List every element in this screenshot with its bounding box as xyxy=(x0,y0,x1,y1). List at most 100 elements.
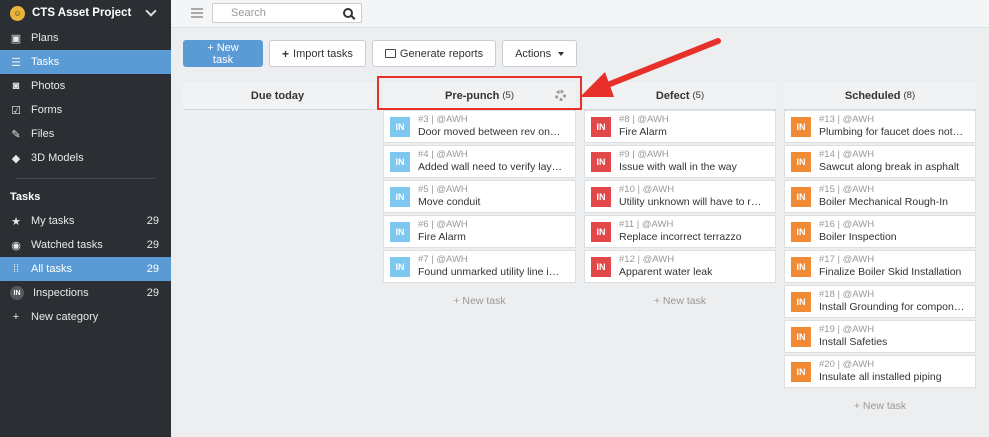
task-card[interactable]: IN #7 | @AWH Found unmarked utility line i… xyxy=(383,250,576,283)
import-tasks-button[interactable]: + Import tasks xyxy=(269,40,366,67)
column-count: (5) xyxy=(692,90,705,101)
task-card[interactable]: IN #9 | @AWH Issue with wall in the way xyxy=(584,145,776,178)
task-type-badge: IN xyxy=(791,291,811,312)
sidebar-item-label: Forms xyxy=(31,104,63,116)
add-task-link[interactable]: + New task xyxy=(784,394,976,418)
task-meta: #13 | @AWH xyxy=(819,114,875,125)
task-meta: #10 | @AWH xyxy=(619,184,675,195)
new-task-button[interactable]: + New task xyxy=(183,40,263,67)
sidebar-item-label: New category xyxy=(31,311,99,323)
tasks-icon: ☰ xyxy=(11,56,21,69)
task-card-text: #17 | @AWH Finalize Boiler Skid Installat… xyxy=(819,254,965,279)
task-type-badge: IN xyxy=(791,186,811,207)
task-card-text: #3 | @AWHDoor moved between rev one and … xyxy=(418,114,565,139)
sidebar-item-label: Tasks xyxy=(31,56,60,68)
column-count: (8) xyxy=(903,90,916,101)
task-meta: #6 | @AWH xyxy=(418,219,468,230)
task-card[interactable]: IN #17 | @AWH Finalize Boiler Skid Install… xyxy=(784,250,976,283)
column-title: Scheduled xyxy=(844,89,901,102)
task-meta: #5 | @AWH xyxy=(418,184,468,195)
task-card[interactable]: IN #14 | @AWH Sawcut along break in asphal… xyxy=(784,145,976,178)
hamburger-menu-icon[interactable] xyxy=(191,8,203,18)
task-card[interactable]: IN #10 | @AWH Utility unknown will have to… xyxy=(584,180,776,213)
sidebar-item-my-tasks[interactable]: ★ My tasks 29 xyxy=(0,209,171,233)
search-icon[interactable] xyxy=(343,8,353,18)
in-badge-icon: IN xyxy=(10,286,24,300)
task-meta: #18 | @AWH xyxy=(819,289,875,300)
task-type-badge: IN xyxy=(791,116,811,137)
task-meta: #16 | @AWH xyxy=(819,219,875,230)
sidebar-item-forms[interactable]: ☑ Forms xyxy=(0,98,171,122)
task-title: Issue with wall in the way xyxy=(619,161,737,173)
search-box[interactable] xyxy=(212,3,362,23)
task-card-text: #8 | @AWH Fire Alarm xyxy=(619,114,765,139)
caret-down-icon xyxy=(558,51,565,56)
task-type-badge: IN xyxy=(591,221,611,242)
grid-icon: ⁞⁞ xyxy=(12,263,20,275)
sidebar-item-new-category[interactable]: + New category xyxy=(0,305,171,329)
sidebar-item-inspections[interactable]: IN Inspections 29 xyxy=(0,281,171,305)
task-type-badge: IN xyxy=(791,221,811,242)
task-meta: #3 | @AWH xyxy=(418,114,468,125)
camera-icon: ◙ xyxy=(12,80,20,92)
task-title: Added wall need to verify layout xyxy=(418,161,565,173)
task-card[interactable]: IN #19 | @AWH Install Safeties xyxy=(784,320,976,353)
task-card[interactable]: IN #12 | @AWH Apparent water leak xyxy=(584,250,776,283)
task-card-text: #11 | @AWH Replace incorrect terrazzo xyxy=(619,219,765,244)
task-type-badge: IN xyxy=(390,186,410,207)
project-switcher[interactable]: ☺ CTS Asset Project xyxy=(0,0,171,26)
task-meta: #9 | @AWH xyxy=(619,149,669,160)
task-card[interactable]: IN #15 | @AWH Boiler Mechanical Rough-In xyxy=(784,180,976,213)
sidebar-item-plans[interactable]: ▣ Plans xyxy=(0,26,171,50)
plus-icon: + xyxy=(282,46,290,61)
sidebar-item-count: 29 xyxy=(146,239,159,251)
sidebar-item-photos[interactable]: ◙ Photos xyxy=(0,74,171,98)
task-card[interactable]: IN #6 | @AWH Fire Alarm xyxy=(383,215,576,248)
generate-reports-label: Generate reports xyxy=(399,47,484,60)
plans-icon: ▣ xyxy=(10,32,22,45)
actions-dropdown[interactable]: Actions xyxy=(502,40,578,67)
search-input[interactable] xyxy=(231,7,343,19)
sidebar-item-3d-models[interactable]: ◆ 3D Models xyxy=(0,146,171,170)
task-card[interactable]: IN #8 | @AWH Fire Alarm xyxy=(584,110,776,143)
task-card[interactable]: IN #18 | @AWH Install Grounding for compon… xyxy=(784,285,976,318)
column-header[interactable]: Scheduled (8) xyxy=(784,82,976,110)
task-title: Door moved between rev one and ... xyxy=(418,126,565,138)
sidebar-item-tasks[interactable]: ☰ Tasks xyxy=(0,50,171,74)
board-column: Pre-punch (5) IN #3 | @AWH Door moved betwee… xyxy=(383,82,576,313)
task-title: Replace incorrect terrazzo xyxy=(619,231,742,243)
task-title: Found unmarked utility line in road xyxy=(418,266,565,278)
task-card[interactable]: IN #3 | @AWHDoor moved between rev one an… xyxy=(383,110,576,143)
task-card-text: #16 | @AWH Boiler Inspection xyxy=(819,219,965,244)
task-card[interactable]: IN #20 | @AWH Insulate all installed pipin… xyxy=(784,355,976,388)
forms-icon: ☑ xyxy=(11,104,21,117)
task-card[interactable]: IN #13 | @AWH Plumbing for faucet does not… xyxy=(784,110,976,143)
column-header[interactable]: Defect (5) xyxy=(584,82,776,110)
add-task-link[interactable]: + New task xyxy=(584,289,776,313)
task-meta: #20 | @AWH xyxy=(819,359,875,370)
generate-reports-button[interactable]: Generate reports xyxy=(371,40,497,67)
task-type-badge: IN xyxy=(591,116,611,137)
task-card[interactable]: IN #4 | @AWH Added wall need to verify lay… xyxy=(383,145,576,178)
add-task-link[interactable]: + New task xyxy=(383,289,576,313)
task-title: Sawcut along break in asphalt xyxy=(819,161,960,173)
task-card-text: #18 | @AWH Install Grounding for componen… xyxy=(819,289,965,314)
sidebar-item-count: 29 xyxy=(146,287,159,299)
task-card[interactable]: IN #11 | @AWH Replace incorrect terrazzo xyxy=(584,215,776,248)
sidebar-tasks-header: Tasks xyxy=(10,191,41,203)
task-card[interactable]: IN #5 | @AWH Move conduit xyxy=(383,180,576,213)
task-card-text: #14 | @AWH Sawcut along break in asphalt xyxy=(819,149,965,174)
task-meta: #14 | @AWH xyxy=(819,149,875,160)
task-card-text: #12 | @AWH Apparent water leak xyxy=(619,254,765,279)
sidebar-item-count: 29 xyxy=(146,263,159,275)
task-card[interactable]: IN #16 | @AWH Boiler Inspection xyxy=(784,215,976,248)
task-title: Fire Alarm xyxy=(418,231,466,243)
column-header[interactable]: Due today xyxy=(183,82,375,110)
task-type-badge: IN xyxy=(791,256,811,277)
sidebar-item-all-tasks[interactable]: ⁞⁞ All tasks 29 xyxy=(0,257,171,281)
sidebar-item-files[interactable]: ✎ Files xyxy=(0,122,171,146)
paperclip-icon: ✎ xyxy=(11,128,21,141)
project-title: CTS Asset Project xyxy=(32,7,132,19)
task-meta: #4 | @AWH xyxy=(418,149,468,160)
sidebar-item-watched-tasks[interactable]: ◉ Watched tasks 29 xyxy=(0,233,171,257)
